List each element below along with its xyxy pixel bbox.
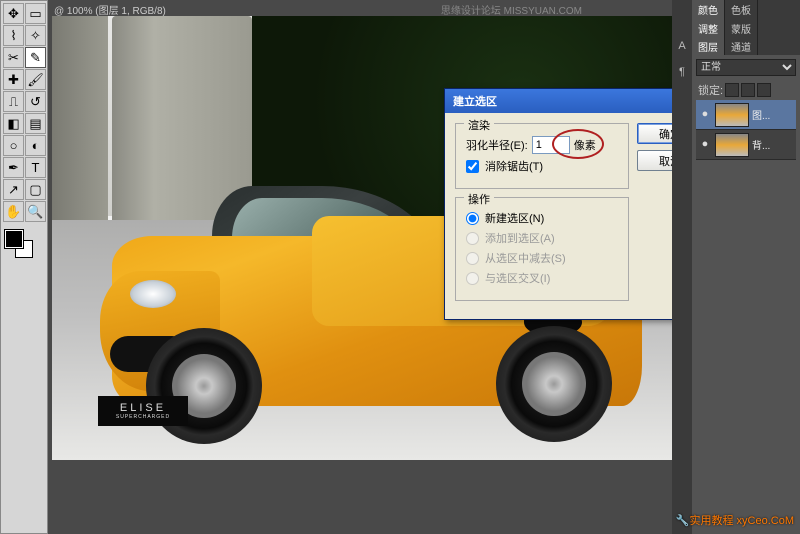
tool-gradient[interactable]: ▤ [25,113,46,134]
lock-label: 锁定: [698,82,723,98]
tab-mask[interactable]: 蒙版 [725,19,758,37]
op-new-radio[interactable] [466,212,479,225]
tab-swatch[interactable]: 色板 [725,0,758,19]
tab-color[interactable]: 颜色 [692,0,725,19]
color-swatches[interactable] [3,228,45,262]
layer-name[interactable]: 图... [752,107,794,122]
tool-lasso[interactable]: ⌇ [3,25,24,46]
tool-dodge[interactable]: ◐ [25,135,46,156]
layer-row-bg[interactable]: ● 背... [696,130,796,160]
dialog-title: 建立选区 [453,93,497,109]
tab-adjust[interactable]: 调整 [692,19,725,37]
tool-brush[interactable]: 🖌 [25,69,46,90]
badge-brand: ELISE [120,402,166,414]
tool-eraser[interactable]: ◧ [3,113,24,134]
layer-thumbnail[interactable] [715,133,749,157]
blend-mode-select[interactable]: 正常 [696,59,796,76]
layers-panel: 正常 锁定: ● 图... ● 背... [692,55,800,164]
antialias-label: 消除锯齿(T) [485,158,543,174]
lock-pixels-icon[interactable] [741,83,755,97]
tab-channels[interactable]: 通道 [725,37,758,55]
badge-sub: SUPERCHARGED [116,414,170,420]
tool-move[interactable]: ✥ [3,3,24,24]
antialias-checkbox[interactable] [466,160,479,173]
lock-row: 锁定: [696,80,796,100]
make-selection-dialog: 建立选区 ✕ 渲染 羽化半径(E): 像素 [444,88,692,320]
foreground-color[interactable] [5,230,23,248]
tool-zoom[interactable]: 🔍 [25,201,46,222]
op-add-radio [466,232,479,245]
tool-eyedropper[interactable]: ✎ [25,47,46,68]
type-panel-icon[interactable]: A [678,40,685,52]
lock-position-icon[interactable] [757,83,771,97]
layer-row-1[interactable]: ● 图... [696,100,796,130]
feather-label: 羽化半径(E): [466,137,528,153]
operation-legend: 操作 [464,191,494,207]
feather-input[interactable] [532,136,570,154]
op-add-label: 添加到选区(A) [485,230,555,246]
tool-heal[interactable]: ✚ [3,69,24,90]
dialog-titlebar[interactable]: 建立选区 ✕ [445,89,692,113]
tab-layers[interactable]: 图层 [692,37,725,55]
watermark-top: 思缘设计论坛 MISSYUAN.COM [441,2,582,17]
op-new-label: 新建选区(N) [485,210,544,226]
visibility-icon[interactable]: ● [698,138,712,152]
paragraph-panel-icon[interactable]: ¶ [679,66,685,78]
canvas-area: @ 100% (图层 1, RGB/8) 思缘设计论坛 MISSYUAN.COM [48,0,692,534]
op-sub-radio [466,252,479,265]
render-legend: 渲染 [464,117,494,133]
op-sub-label: 从选区中减去(S) [485,250,566,266]
layer-name[interactable]: 背... [752,137,794,152]
feather-unit: 像素 [574,137,596,153]
lock-transparency-icon[interactable] [725,83,739,97]
tool-type[interactable]: T [25,157,46,178]
toolbox: ✥ ▭ ⌇ ✧ ✂ ✎ ✚ 🖌 ⎍ ↺ ◧ ▤ ○ ◐ ✒ T ↗ ▢ ✋ 🔍 [0,0,48,534]
tool-hand[interactable]: ✋ [3,201,24,222]
tool-shape[interactable]: ▢ [25,179,46,200]
layer-thumbnail[interactable] [715,103,749,127]
visibility-icon[interactable]: ● [698,108,712,122]
op-int-label: 与选区交叉(I) [485,270,550,286]
tool-marquee[interactable]: ▭ [25,3,46,24]
tool-pen[interactable]: ✒ [3,157,24,178]
tool-stamp[interactable]: ⎍ [3,91,24,112]
tool-blur[interactable]: ○ [3,135,24,156]
dock-strip: A ¶ [672,0,692,534]
tool-history[interactable]: ↺ [25,91,46,112]
tool-path[interactable]: ↗ [3,179,24,200]
watermark-bottom: 🔧实用教程 xyCeo.CoM [676,512,794,528]
tool-wand[interactable]: ✧ [25,25,46,46]
tool-crop[interactable]: ✂ [3,47,24,68]
right-panels: 颜色 色板 调整 蒙版 图层 通道 正常 锁定: ● [692,0,800,534]
car-badge: ELISE SUPERCHARGED [98,396,188,426]
op-int-radio [466,272,479,285]
